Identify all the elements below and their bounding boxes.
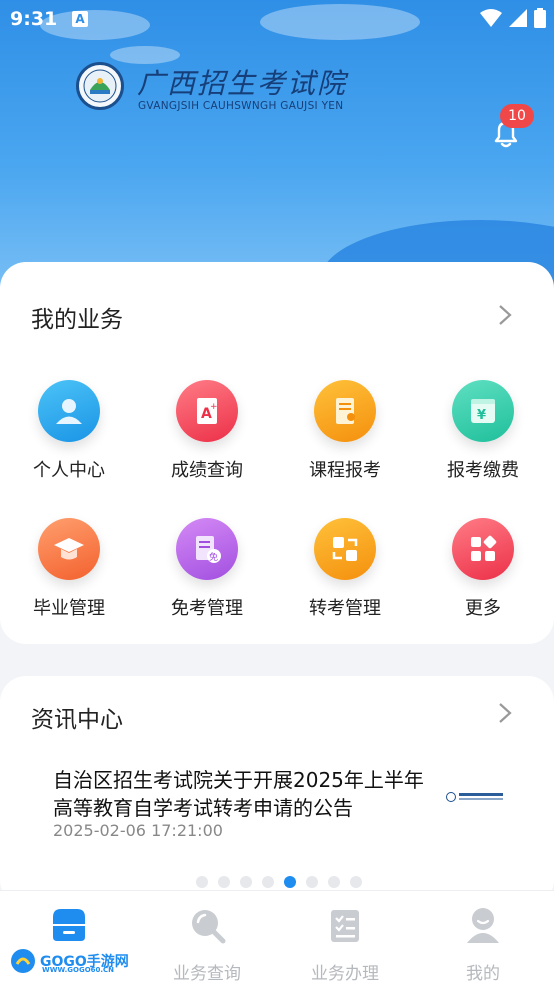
tab-business-handling[interactable]: 业务办理: [276, 905, 414, 984]
tab-label: 我的: [466, 964, 500, 984]
grade-icon: A +: [176, 380, 238, 442]
yen-payment-icon: ¥: [452, 380, 514, 442]
carousel-dot[interactable]: [262, 876, 274, 888]
svg-text:¥: ¥: [477, 408, 486, 423]
service-more[interactable]: 更多: [414, 518, 552, 620]
news-more-chevron-icon[interactable]: [498, 702, 512, 724]
service-label: 转考管理: [309, 598, 381, 619]
news-center-card: 资讯中心 自治区招生考试院关于开展2025年上半年高等教育自学考试转考申请的公告…: [0, 676, 554, 906]
tab-label: 业务查询: [173, 964, 241, 984]
profile-icon: [467, 908, 499, 943]
graduation-cap-icon: [38, 518, 100, 580]
site-watermark: GOGO手游网 WWW.GOGO60.CN: [10, 948, 129, 974]
signal-icon: [509, 9, 527, 27]
service-exemption-management[interactable]: 免 免考管理: [138, 518, 276, 620]
my-business-card: 我的业务 个人中心 A + 成绩查询 课程报考 ¥ 报考缴费 毕业管理 免 免考…: [0, 262, 554, 644]
tab-label: 业务办理: [311, 964, 379, 984]
service-graduation-management[interactable]: 毕业管理: [0, 518, 138, 620]
service-grade-query[interactable]: A + 成绩查询: [138, 380, 276, 482]
notification-a-icon: A: [72, 11, 88, 27]
service-label: 课程报考: [309, 460, 381, 481]
service-personal-center[interactable]: 个人中心: [0, 380, 138, 482]
home-icon: [53, 909, 85, 941]
service-registration-payment[interactable]: ¥ 报考缴费: [414, 380, 552, 482]
tab-business-query[interactable]: 业务查询: [138, 905, 276, 984]
carousel-dot[interactable]: [196, 876, 208, 888]
watermark-logo-icon: [11, 949, 35, 973]
carousel-indicator: [196, 876, 362, 888]
battery-icon: [534, 8, 546, 28]
service-label: 毕业管理: [33, 598, 105, 619]
exam-institute-logo: [76, 62, 124, 110]
thumbnail-brand-icon: [459, 793, 503, 800]
carousel-dot[interactable]: [328, 876, 340, 888]
svg-text:+: +: [210, 402, 218, 412]
svg-text:免: 免: [209, 551, 218, 563]
course-icon: [314, 380, 376, 442]
logo-emblem-icon: [83, 69, 117, 103]
wifi-icon: [480, 9, 502, 27]
transfer-icon: [314, 518, 376, 580]
news-date: 2025-02-06 17:21:00: [53, 821, 223, 840]
service-transfer-management[interactable]: 转考管理: [276, 518, 414, 620]
notification-badge: 10: [500, 104, 534, 128]
service-label: 更多: [465, 598, 501, 619]
watermark-subtext: WWW.GOGO60.CN: [42, 966, 115, 974]
more-grid-icon: [452, 518, 514, 580]
business-section-title: 我的业务: [31, 307, 123, 333]
service-label: 免考管理: [171, 598, 243, 619]
news-section-title: 资讯中心: [31, 707, 123, 733]
brand-title: 广西招生考试院: [137, 67, 348, 100]
news-headline[interactable]: 自治区招生考试院关于开展2025年上半年高等教育自学考试转考申请的公告: [53, 766, 433, 822]
service-label: 个人中心: [33, 460, 105, 481]
status-icons: [480, 8, 546, 28]
carousel-dot-active[interactable]: [284, 876, 296, 888]
header-banner: [0, 0, 554, 300]
carousel-dot[interactable]: [218, 876, 230, 888]
exempt-icon: 免: [176, 518, 238, 580]
carousel-dot[interactable]: [350, 876, 362, 888]
clipboard-icon: [331, 910, 359, 942]
search-icon: [192, 910, 226, 944]
tab-mine[interactable]: 我的: [414, 905, 552, 984]
carousel-dot[interactable]: [240, 876, 252, 888]
service-course-registration[interactable]: 课程报考: [276, 380, 414, 482]
status-time: 9:31: [10, 8, 58, 30]
service-label: 成绩查询: [171, 460, 243, 481]
brand-subtitle: GVANGJSIH CAUHSWNGH GAUJSI YEN: [138, 100, 344, 112]
person-icon: [38, 380, 100, 442]
status-bar: 9:31 A: [0, 0, 554, 38]
carousel-dot[interactable]: [306, 876, 318, 888]
service-label: 报考缴费: [447, 460, 519, 481]
thumbnail-logo-icon: [446, 792, 456, 802]
business-more-chevron-icon[interactable]: [498, 304, 512, 326]
news-thumbnail[interactable]: [446, 790, 504, 804]
